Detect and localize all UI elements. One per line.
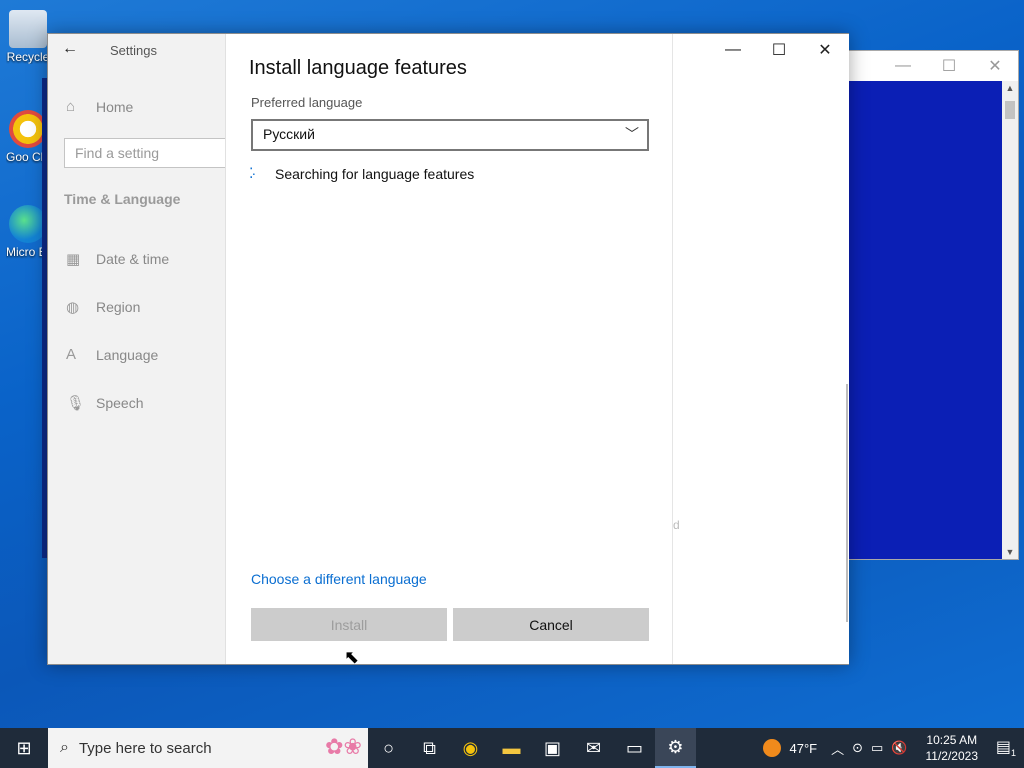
file-explorer-icon[interactable]: ▬ [491, 728, 532, 768]
sidebar-item-region[interactable]: ◍ Region [66, 298, 140, 316]
sidebar-item-label: Date & time [96, 251, 170, 267]
calendar-icon: ▦ [66, 251, 81, 268]
system-tray: 47°F ︿ ⊙ ▭ 🔇 10:25 AM 11/2/2023 ▤1 [763, 728, 1024, 768]
find-setting-input[interactable]: Find a setting [64, 138, 229, 168]
settings-gear-icon[interactable]: ⚙ [655, 728, 696, 768]
app-title: Settings [110, 43, 157, 58]
scrollbar[interactable]: ▲ ▼ [1002, 81, 1018, 559]
chrome-icon[interactable]: ◉ [450, 728, 491, 768]
close-icon[interactable]: ✕ [972, 56, 1018, 76]
terminal-icon[interactable]: ▭ [614, 728, 655, 768]
sidebar-item-speech[interactable]: 🎙 Speech [66, 394, 143, 412]
settings-right-pane: d [672, 34, 849, 664]
sidebar-item-label: Language [96, 346, 159, 363]
clock[interactable]: 10:25 AM 11/2/2023 [926, 732, 979, 764]
microsoft-store-icon[interactable]: ▣ [532, 728, 573, 768]
recycle-bin-icon [9, 10, 47, 48]
weather-widget[interactable]: 47°F [763, 739, 817, 757]
sidebar-item-home[interactable]: ⌂ Home [66, 98, 133, 115]
sidebar-item-label: Home [96, 98, 134, 115]
dialog-title: Install language features [249, 57, 467, 79]
scroll-down-icon[interactable]: ▼ [1002, 547, 1018, 557]
desktop-icon-recycle-bin[interactable]: Recycle [6, 10, 50, 64]
sidebar-item-date-time[interactable]: ▦ Date & time [66, 250, 169, 268]
status-text: Searching for language features [275, 165, 475, 182]
language-icon: A [66, 346, 77, 363]
section-title: Time & Language [64, 191, 181, 207]
searching-status: ⁚· Searching for language features [249, 165, 474, 182]
settings-sidebar: ← Settings ⌂ Home Find a setting Time & … [48, 34, 229, 664]
desktop-icon-label: Recycle [6, 50, 50, 64]
globe-icon: ◍ [66, 299, 80, 316]
taskbar-search-box[interactable]: ⌕ Type here to search ✿❀ [48, 728, 368, 768]
windows-start-icon[interactable]: ⊞ [0, 728, 48, 768]
weather-temp: 47°F [789, 740, 818, 756]
search-icon: ⌕ [60, 739, 69, 756]
install-button[interactable]: Install [251, 608, 447, 641]
faint-text: d [673, 518, 680, 532]
notification-count: 1 [1011, 748, 1017, 759]
volume-muted-icon[interactable]: 🔇 [891, 740, 907, 756]
maximize-icon[interactable]: ☐ [926, 56, 972, 76]
chevron-down-icon: ﹀ [625, 126, 639, 142]
home-icon: ⌂ [66, 98, 76, 115]
scrollbar[interactable] [846, 384, 848, 622]
minimize-icon[interactable]: — [710, 34, 756, 66]
maximize-icon[interactable]: ☐ [756, 34, 802, 66]
network-icon[interactable]: ▭ [871, 740, 883, 756]
taskbar: ⊞ ⌕ Type here to search ✿❀ ○ ⧉ ◉ ▬ ▣ ✉ ▭… [0, 728, 1024, 768]
close-icon[interactable]: ✕ [802, 34, 848, 66]
clock-date: 11/2/2023 [925, 749, 979, 763]
meet-now-icon[interactable]: ⊙ [852, 740, 863, 756]
microphone-icon: 🎙 [66, 395, 86, 412]
clock-time: 10:25 AM [926, 733, 978, 747]
preferred-language-select[interactable]: Русский ﹀ [251, 119, 649, 151]
sidebar-item-language[interactable]: A Language [66, 346, 158, 363]
scroll-up-icon[interactable]: ▲ [1002, 83, 1018, 93]
sidebar-item-label: Speech [96, 395, 144, 411]
notification-glyph: ▤ [995, 739, 1012, 757]
chevron-up-icon[interactable]: ︿ [831, 739, 844, 758]
cortana-icon[interactable]: ○ [368, 728, 409, 768]
search-highlight-flowers-icon: ✿❀ [325, 734, 362, 759]
choose-different-language-link[interactable]: Choose a different language [251, 571, 427, 587]
settings-window: ← Settings ⌂ Home Find a setting Time & … [47, 33, 849, 667]
scroll-thumb[interactable] [1005, 101, 1015, 119]
sun-icon [763, 739, 782, 757]
task-view-icon[interactable]: ⧉ [409, 728, 450, 768]
window-controls: — ☐ ✕ [710, 34, 848, 66]
loading-spinner-icon: ⁚· [249, 165, 256, 181]
install-language-dialog: Install language features Preferred lang… [225, 34, 672, 664]
cancel-button[interactable]: Cancel [453, 608, 649, 641]
mouse-cursor-icon: ⬉ [344, 647, 360, 667]
taskbar-search-placeholder: Type here to search [78, 739, 212, 757]
preferred-language-label: Preferred language [251, 95, 363, 110]
back-arrow-icon[interactable]: ← [62, 40, 78, 58]
background-window-content [849, 81, 1002, 559]
mail-icon[interactable]: ✉ [573, 728, 614, 768]
notification-center-icon[interactable]: ▤1 [988, 737, 1024, 758]
sidebar-item-label: Region [96, 299, 141, 315]
minimize-icon[interactable]: — [880, 57, 926, 75]
selected-language: Русский [263, 126, 315, 142]
